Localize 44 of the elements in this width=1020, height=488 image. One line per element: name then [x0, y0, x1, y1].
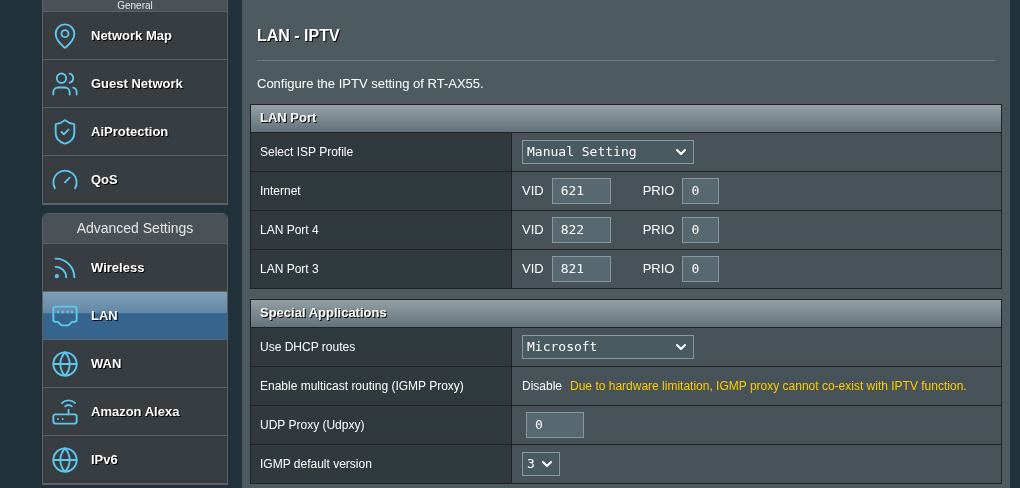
setting-label: LAN Port 4	[251, 210, 512, 249]
globe-icon	[51, 445, 79, 474]
sidebar-item[interactable]: QoS	[43, 156, 227, 204]
table-header: LAN Port	[251, 104, 1001, 132]
input-field[interactable]: 0	[526, 411, 584, 438]
setting-label: Select ISP Profile	[251, 132, 512, 171]
input-field[interactable]: 822	[551, 216, 611, 243]
globe-icon	[51, 349, 79, 378]
dropdown[interactable]: Manual Setting	[522, 139, 694, 164]
sidebar-item[interactable]: LAN	[43, 292, 227, 340]
table-header: Special Applications	[251, 299, 1001, 327]
section-header: General	[43, 0, 227, 12]
page-description: Configure the IPTV setting of RT-AX55.	[256, 75, 485, 93]
field-label: PRIO	[642, 181, 675, 200]
page-title: LAN - IPTV	[256, 26, 341, 46]
setting-label: Internet	[251, 171, 512, 210]
sidebar-item[interactable]: WAN	[43, 340, 227, 388]
field-label: VID	[522, 259, 544, 278]
setting-label: UDP Proxy (Udpxy)	[251, 405, 512, 444]
sidebar-item[interactable]: Guest Network	[43, 60, 227, 108]
sidebar-item[interactable]: Network Map	[43, 12, 227, 60]
setting-label: IGMP default version	[251, 444, 512, 483]
sidebar-item[interactable]: IPv6	[43, 436, 227, 484]
setting-label: Enable multicast routing (IGMP Proxy)	[251, 366, 512, 405]
sidebar-item[interactable]: AiProtection	[43, 108, 227, 156]
sidebar-item[interactable]: Wireless	[43, 244, 227, 292]
sidebar-item[interactable]: Amazon Alexa	[43, 388, 227, 436]
field-label: PRIO	[642, 220, 675, 239]
input-field[interactable]: 0	[682, 177, 720, 204]
setting-label: Use DHCP routes	[251, 327, 512, 366]
status-text: Disable	[522, 377, 563, 395]
dropdown[interactable]: 3	[522, 451, 560, 476]
setting-label: LAN Port 3	[251, 249, 512, 288]
field-label: PRIO	[642, 259, 675, 278]
input-field[interactable]: 821	[551, 255, 611, 282]
router-icon	[51, 397, 79, 426]
dropdown[interactable]: Microsoft	[522, 334, 694, 359]
field-label: VID	[522, 181, 544, 200]
section-header: Advanced Settings	[43, 214, 227, 244]
input-field[interactable]: 0	[682, 255, 720, 282]
field-label: VID	[522, 220, 544, 239]
warning-text: Due to hardware limitation, IGMP proxy cannot co-exist with IPTV function.	[570, 377, 967, 395]
input-field[interactable]: 621	[551, 177, 611, 204]
input-field[interactable]: 0	[682, 216, 720, 243]
